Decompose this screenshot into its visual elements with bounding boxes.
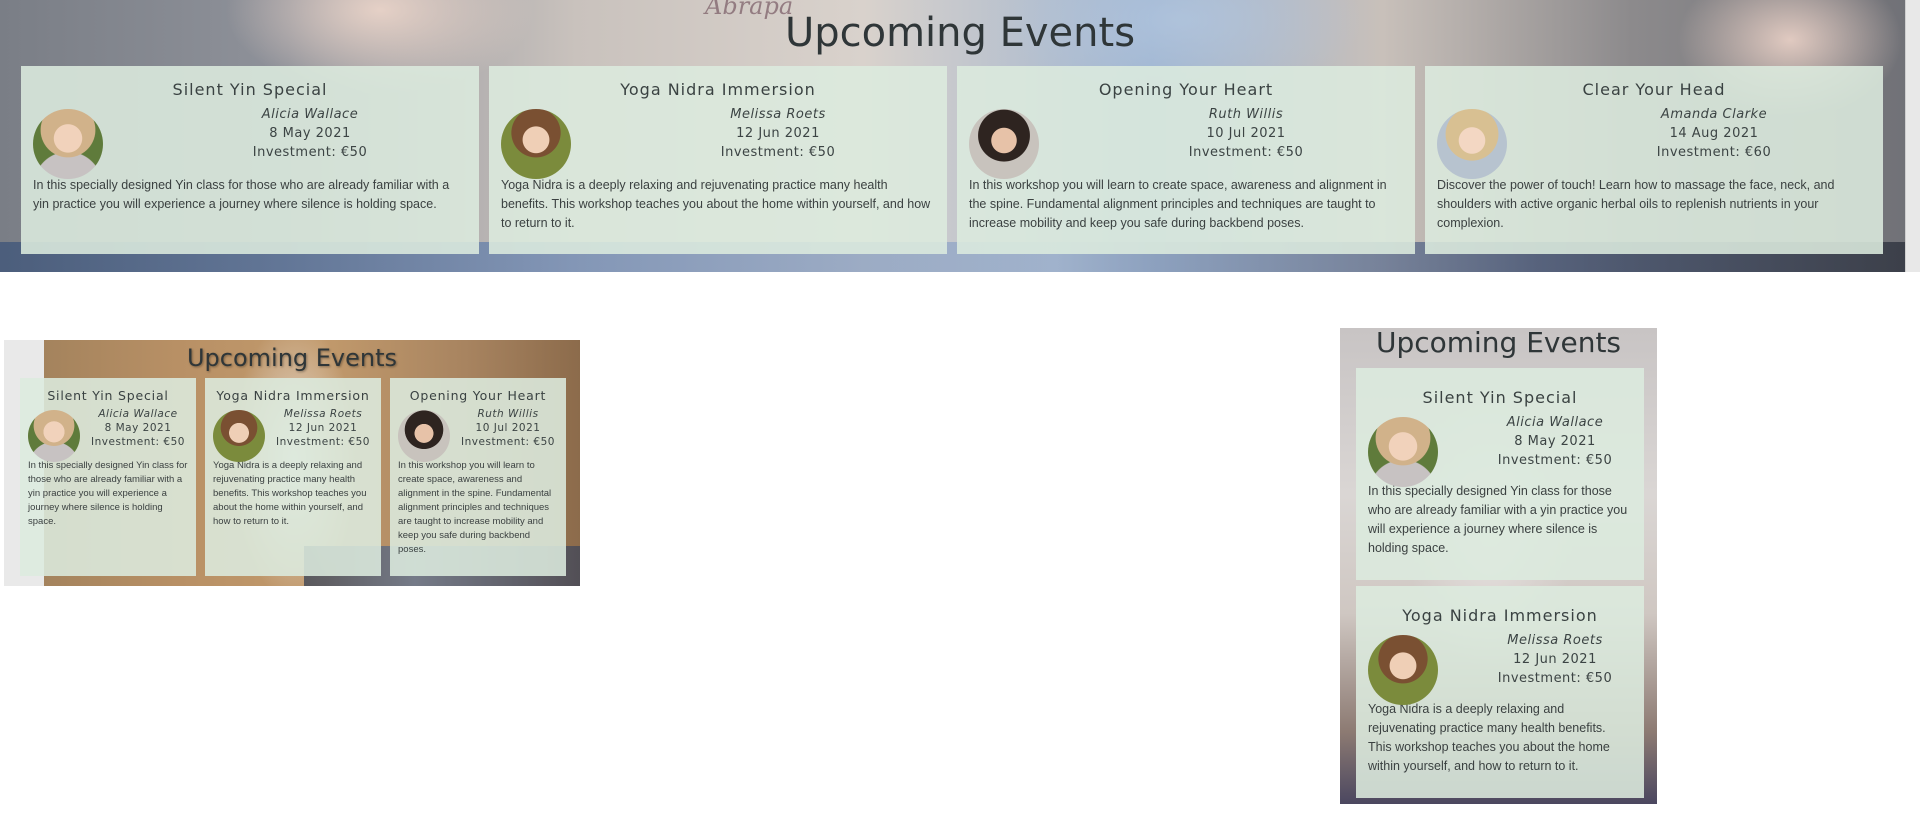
event-title: Yoga Nidra Immersion [216, 388, 370, 403]
event-teacher: Alicia Wallace [261, 107, 359, 122]
event-title: Silent Yin Special [172, 80, 328, 99]
event-card[interactable]: Opening Your Heart Ruth Willis 10 Jul 20… [390, 378, 566, 576]
event-title: Silent Yin Special [1422, 388, 1578, 407]
event-teacher: Ruth Willis [477, 408, 539, 420]
teacher-avatar [1437, 109, 1507, 179]
vertical-scrollbar[interactable] [1905, 0, 1920, 272]
event-teacher: Amanda Clarke [1660, 107, 1768, 122]
event-price: Investment: €50 [461, 436, 555, 448]
event-title: Silent Yin Special [47, 388, 169, 403]
event-card[interactable]: Yoga Nidra Immersion Melissa Roets 12 Ju… [1356, 586, 1644, 798]
teacher-avatar [33, 109, 103, 179]
event-price: Investment: €50 [91, 436, 185, 448]
event-description: Yoga Nidra is a deeply relaxing and reju… [213, 460, 367, 527]
event-description: Yoga Nidra is a deeply relaxing and reju… [501, 178, 931, 230]
event-price: Investment: €50 [1188, 145, 1304, 160]
event-date: 14 Aug 2021 [1669, 126, 1759, 141]
event-price: Investment: €60 [1656, 145, 1772, 160]
event-teacher: Melissa Roets [1507, 633, 1603, 648]
event-title: Yoga Nidra Immersion [620, 80, 816, 99]
event-card[interactable]: Silent Yin Special Alicia Wallace 8 May … [20, 378, 196, 576]
event-teacher: Ruth Willis [1208, 107, 1284, 122]
event-date: 8 May 2021 [104, 422, 172, 434]
event-card[interactable]: Clear Your Head Amanda Clarke 14 Aug 202… [1425, 66, 1883, 254]
events-panel-mobile: Upcoming Events Silent Yin Special Alici… [1340, 328, 1657, 804]
event-description: In this specially designed Yin class for… [1368, 484, 1628, 555]
event-description: In this specially designed Yin class for… [28, 460, 188, 527]
event-title: Yoga Nidra Immersion [1402, 606, 1598, 625]
event-card[interactable]: Silent Yin Special Alicia Wallace 8 May … [21, 66, 479, 254]
event-date: 12 Jun 2021 [736, 126, 820, 141]
event-description: In this specially designed Yin class for… [33, 178, 450, 211]
teacher-avatar [213, 410, 265, 462]
event-description: Discover the power of touch! Learn how t… [1437, 178, 1835, 230]
event-teacher: Alicia Wallace [1506, 415, 1604, 430]
event-teacher: Alicia Wallace [98, 408, 178, 420]
page-title: Upcoming Events [1375, 328, 1622, 359]
event-date: 12 Jun 2021 [1513, 652, 1597, 667]
event-date: 12 Jun 2021 [288, 422, 358, 434]
event-date: 10 Jul 2021 [475, 422, 541, 434]
event-card[interactable]: Yoga Nidra Immersion Melissa Roets 12 Ju… [205, 378, 381, 576]
event-price: Investment: €50 [720, 145, 836, 160]
event-description: In this workshop you will learn to creat… [398, 460, 552, 555]
event-price: Investment: €50 [276, 436, 370, 448]
event-title: Opening Your Heart [409, 388, 547, 403]
event-date: 8 May 2021 [269, 126, 351, 141]
event-price: Investment: €50 [1497, 453, 1613, 468]
events-panel-tablet: Upcoming Events Silent Yin Special Alici… [4, 340, 580, 586]
event-price: Investment: €50 [252, 145, 368, 160]
teacher-avatar [1368, 417, 1438, 487]
teacher-avatar [1368, 635, 1438, 705]
event-date: 10 Jul 2021 [1206, 126, 1286, 141]
events-panel-desktop: Abrapa Upcoming Events Silent Yin Specia… [0, 0, 1920, 272]
event-description: In this workshop you will learn to creat… [969, 178, 1387, 230]
event-title: Clear Your Head [1582, 80, 1726, 99]
event-teacher: Melissa Roets [283, 408, 363, 420]
page-title: Upcoming Events [186, 344, 398, 372]
event-price: Investment: €50 [1497, 671, 1613, 686]
event-card[interactable]: Opening Your Heart Ruth Willis 10 Jul 20… [957, 66, 1415, 254]
page-title: Upcoming Events [784, 10, 1136, 56]
teacher-avatar [501, 109, 571, 179]
event-card[interactable]: Yoga Nidra Immersion Melissa Roets 12 Ju… [489, 66, 947, 254]
teacher-avatar [969, 109, 1039, 179]
event-description: Yoga Nidra is a deeply relaxing and reju… [1368, 702, 1610, 773]
event-title: Opening Your Heart [1098, 80, 1274, 99]
teacher-avatar [28, 410, 80, 462]
event-date: 8 May 2021 [1514, 434, 1596, 449]
teacher-avatar [398, 410, 450, 462]
event-teacher: Melissa Roets [730, 107, 826, 122]
event-card[interactable]: Silent Yin Special Alicia Wallace 8 May … [1356, 368, 1644, 580]
